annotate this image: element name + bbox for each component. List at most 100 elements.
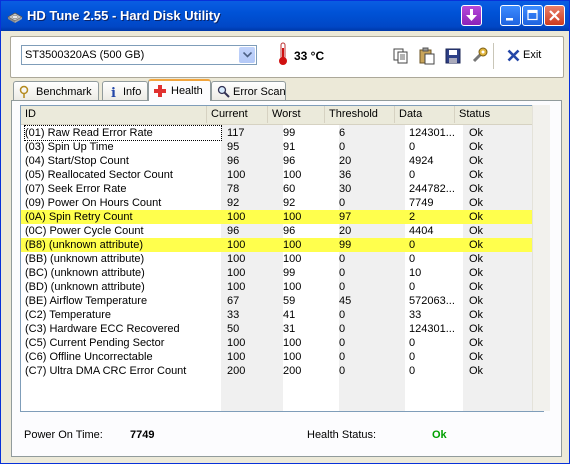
cell-worst: 99 xyxy=(283,267,296,279)
cell-threshold: 0 xyxy=(339,323,346,335)
column-header-data[interactable]: Data xyxy=(395,106,455,123)
power-on-time-label: Power On Time: xyxy=(24,429,103,441)
column-header-worst[interactable]: Worst xyxy=(268,106,325,123)
cell-data: 4924 xyxy=(409,155,434,167)
tab-health[interactable]: Health xyxy=(148,79,211,101)
table-row[interactable]: (C3) Hardware ECC Recovered 50 31 0 124301..… xyxy=(21,322,543,336)
cell-worst: 100 xyxy=(283,169,302,181)
table-row[interactable]: (C2) Temperature 33 41 0 33 Ok xyxy=(21,308,543,322)
column-header-id[interactable]: ID xyxy=(21,106,207,123)
cell-status: Ok xyxy=(469,169,484,181)
tab-info[interactable]: i Info xyxy=(102,81,148,100)
cell-data: 2 xyxy=(409,211,416,223)
tab-error-scan[interactable]: Error Scan xyxy=(211,81,286,100)
cell-id: (C6) Offline Uncorrectable xyxy=(25,351,153,363)
cell-data: 0 xyxy=(409,169,416,181)
table-row[interactable]: (03) Spin Up Time 95 91 0 0 Ok xyxy=(21,140,543,154)
cell-threshold: 45 xyxy=(339,295,352,307)
table-row[interactable]: (05) Reallocated Sector Count 100 100 36 0 Ok xyxy=(21,168,543,182)
cell-worst: 31 xyxy=(283,323,296,335)
tab-label: Health xyxy=(171,85,203,97)
copy-icon[interactable] xyxy=(392,47,410,65)
cell-id: (04) Start/Stop Count xyxy=(25,155,129,167)
cell-current: 100 xyxy=(227,211,246,223)
cell-threshold: 97 xyxy=(339,211,352,223)
cell-threshold: 0 xyxy=(339,337,346,349)
minimize-icon xyxy=(506,18,513,21)
app-disk-icon xyxy=(7,12,23,23)
options-icon[interactable] xyxy=(471,47,489,65)
cell-threshold: 0 xyxy=(339,253,346,265)
cell-threshold: 20 xyxy=(339,225,352,237)
cell-current: 100 xyxy=(227,267,246,279)
cell-data: 0 xyxy=(409,239,416,251)
tab-label: Benchmark xyxy=(36,86,92,98)
smart-attribute-list[interactable]: ID Current Worst Threshold Data Status (… xyxy=(20,105,544,412)
cell-current: 100 xyxy=(227,281,246,293)
table-row[interactable]: (B8) (unknown attribute) 100 100 99 0 Ok xyxy=(21,238,543,252)
cell-worst: 59 xyxy=(283,295,296,307)
column-header-threshold[interactable]: Threshold xyxy=(325,106,395,123)
cell-status: Ok xyxy=(469,309,484,321)
health-status-value: Ok xyxy=(432,429,447,441)
download-button[interactable] xyxy=(461,5,482,26)
save-icon[interactable] xyxy=(444,47,462,65)
cell-status: Ok xyxy=(469,267,484,279)
table-row[interactable]: (BE) Airflow Temperature 67 59 45 572063... O… xyxy=(21,294,543,308)
cell-threshold: 20 xyxy=(339,155,352,167)
column-header-status[interactable]: Status xyxy=(455,106,543,123)
table-row[interactable]: (BB) (unknown attribute) 100 100 0 0 Ok xyxy=(21,252,543,266)
cell-id: (07) Seek Error Rate xyxy=(25,183,127,195)
drive-select[interactable]: ST3500320AS (500 GB) xyxy=(21,45,257,65)
cell-current: 200 xyxy=(227,365,246,377)
table-row[interactable]: (C6) Offline Uncorrectable 100 100 0 0 Ok xyxy=(21,350,543,364)
cell-id: (C5) Current Pending Sector xyxy=(25,337,165,349)
temperature-value: 33 °C xyxy=(294,49,325,63)
cell-current: 100 xyxy=(227,169,246,181)
maximize-button[interactable] xyxy=(522,5,543,26)
maximize-icon xyxy=(527,9,538,21)
cell-worst: 100 xyxy=(283,211,302,223)
cell-id: (BC) (unknown attribute) xyxy=(25,267,145,279)
tab-benchmark[interactable]: Benchmark xyxy=(13,81,99,100)
cell-data: 10 xyxy=(409,267,422,279)
cell-worst: 60 xyxy=(283,183,296,195)
minimize-button[interactable] xyxy=(500,5,521,26)
cell-status: Ok xyxy=(469,351,484,363)
table-row[interactable]: (04) Start/Stop Count 96 96 20 4924 Ok xyxy=(21,154,543,168)
toolbar-separator xyxy=(493,43,494,69)
table-row[interactable]: (01) Raw Read Error Rate 117 99 6 124301... O… xyxy=(21,125,543,141)
cell-data: 572063... xyxy=(409,295,455,307)
cell-id: (09) Power On Hours Count xyxy=(25,197,162,209)
cell-current: 33 xyxy=(227,309,240,321)
table-row[interactable]: (BD) (unknown attribute) 100 100 0 0 Ok xyxy=(21,280,543,294)
table-row[interactable]: (07) Seek Error Rate 78 60 30 244782... Ok xyxy=(21,182,543,196)
cell-id: (01) Raw Read Error Rate xyxy=(24,125,222,141)
cell-worst: 96 xyxy=(283,225,296,237)
title-bar[interactable]: HD Tune 2.55 - Hard Disk Utility xyxy=(1,1,569,31)
cell-id: (0C) Power Cycle Count xyxy=(25,225,144,237)
cell-status: Ok xyxy=(469,127,484,139)
table-row[interactable]: (0A) Spin Retry Count 100 100 97 2 Ok xyxy=(21,210,543,224)
dropdown-arrow[interactable] xyxy=(239,47,255,63)
health-status-label: Health Status: xyxy=(307,429,377,441)
cell-status: Ok xyxy=(469,211,484,223)
vertical-scrollbar[interactable] xyxy=(532,105,550,411)
cell-id: (05) Reallocated Sector Count xyxy=(25,169,173,181)
cell-data: 124301... xyxy=(409,127,455,139)
table-row[interactable]: (0C) Power Cycle Count 96 96 20 4404 Ok xyxy=(21,224,543,238)
table-row[interactable]: (09) Power On Hours Count 92 92 0 7749 Ok xyxy=(21,196,543,210)
paste-icon[interactable] xyxy=(418,47,436,65)
cell-threshold: 0 xyxy=(339,281,346,293)
table-row[interactable]: (C7) Ultra DMA CRC Error Count 200 200 0 0 Ok xyxy=(21,364,543,378)
cell-threshold: 30 xyxy=(339,183,352,195)
cell-worst: 100 xyxy=(283,281,302,293)
table-row[interactable]: (BC) (unknown attribute) 100 99 0 10 Ok xyxy=(21,266,543,280)
table-row[interactable]: (C5) Current Pending Sector 100 100 0 0 Ok xyxy=(21,336,543,350)
cell-current: 117 xyxy=(227,127,245,139)
cell-id: (0A) Spin Retry Count xyxy=(25,211,133,223)
cell-data: 0 xyxy=(409,337,416,349)
cell-status: Ok xyxy=(469,141,484,153)
close-button[interactable] xyxy=(544,5,565,26)
column-header-current[interactable]: Current xyxy=(207,106,268,123)
